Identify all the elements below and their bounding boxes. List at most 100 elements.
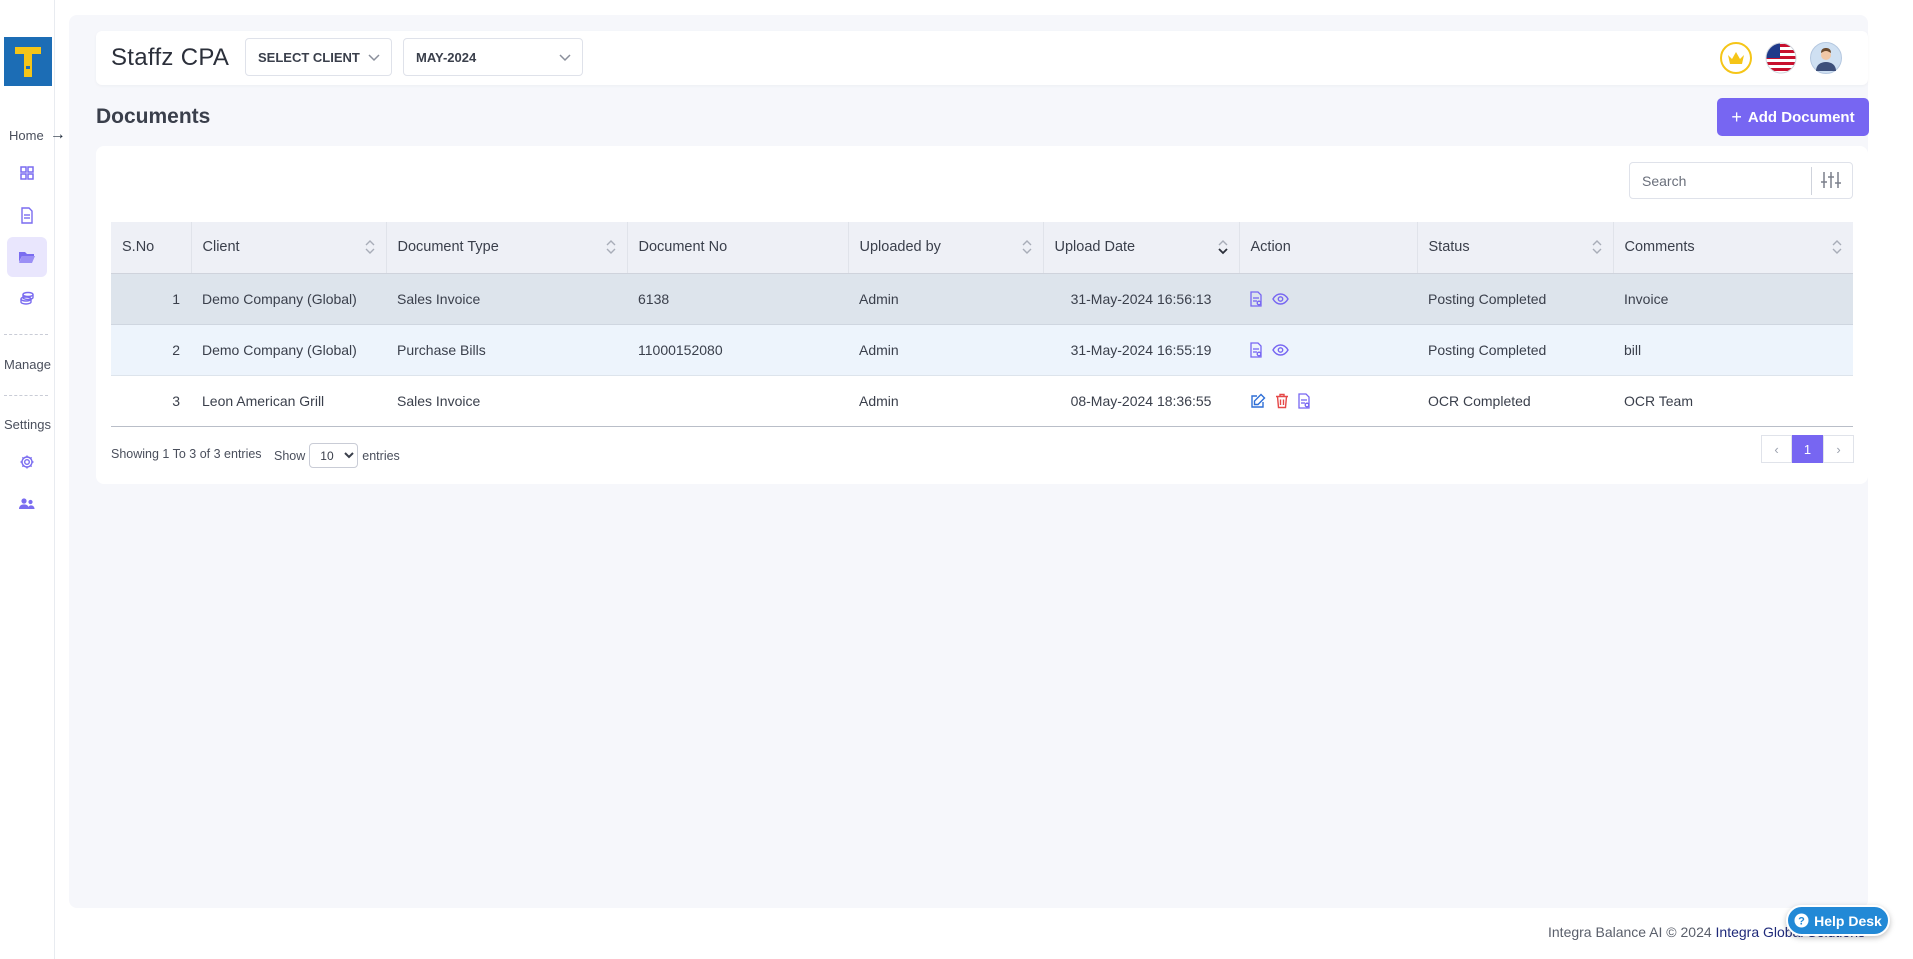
period-select[interactable]: MAY-2024 (403, 38, 583, 76)
app-logo[interactable] (4, 37, 52, 86)
next-page-button[interactable]: › (1823, 435, 1854, 463)
coins-icon (20, 291, 34, 305)
copyright-text: Integra Balance AI © 2024 (1548, 924, 1712, 940)
column-header-document-no[interactable]: Document No (626, 222, 848, 274)
column-header-status[interactable]: Status (1416, 222, 1613, 274)
table-row[interactable]: 3 Leon American Grill Sales Invoice Admi… (111, 375, 1853, 427)
cell-document-type: Sales Invoice (386, 375, 627, 427)
page-title: Documents (96, 105, 211, 128)
entries-info: Showing 1 To 3 of 3 entries (111, 447, 262, 461)
table-header-row: S.No Client Document Type Document No Up… (111, 222, 1853, 274)
trash-icon[interactable] (1275, 393, 1289, 409)
sidebar-section-settings: Settings (4, 417, 51, 432)
page-size-control: Show 10 entries (274, 443, 400, 468)
client-select[interactable]: SELECT CLIENT (245, 38, 392, 76)
period-select-value: MAY-2024 (416, 49, 477, 65)
column-header-action: Action (1238, 222, 1417, 274)
page-size-select[interactable]: 10 (309, 443, 359, 468)
cell-sno: 3 (111, 375, 191, 427)
cell-client: Leon American Grill (191, 375, 386, 427)
column-header-document-type[interactable]: Document Type (385, 222, 627, 274)
sort-desc-icon (1217, 240, 1228, 255)
cell-status: OCR Completed (1417, 375, 1613, 427)
avatar-icon (1816, 48, 1836, 71)
sidebar-item-settings[interactable] (7, 442, 47, 482)
gear-icon (20, 455, 34, 469)
cell-document-type: Purchase Bills (386, 324, 627, 376)
cell-action (1239, 375, 1417, 427)
chevron-left-icon: ‹ (1774, 441, 1779, 457)
cell-sno: 1 (111, 273, 191, 325)
column-label: Document No (638, 239, 728, 256)
eye-icon[interactable] (1272, 293, 1289, 305)
logo-t-icon (15, 46, 41, 77)
sidebar-item-accounts[interactable] (7, 279, 47, 319)
chevron-down-icon (368, 54, 380, 62)
cell-comments: bill (1613, 324, 1853, 376)
search-input[interactable] (1630, 163, 1810, 198)
search-box (1629, 162, 1853, 199)
sidebar-item-home[interactable]: Home → (0, 124, 66, 146)
cell-status: Posting Completed (1417, 324, 1613, 376)
sidebar-item-dashboard[interactable] (7, 153, 47, 193)
us-flag-icon (1765, 42, 1797, 74)
cell-uploaded-by: Admin (848, 375, 1043, 427)
add-document-label: Add Document (1747, 108, 1855, 126)
column-header-uploaded-by[interactable]: Uploaded by (847, 222, 1043, 274)
table-row[interactable]: 1 Demo Company (Global) Sales Invoice 61… (111, 273, 1853, 325)
eye-icon[interactable] (1272, 344, 1289, 356)
cell-document-no: 11000152080 (627, 324, 848, 376)
sort-icon (365, 240, 374, 254)
help-desk-label: Help Desk (1814, 912, 1882, 929)
cell-document-no (627, 375, 848, 427)
top-bar: Staffz CPA SELECT CLIENT MAY-2024 (96, 31, 1868, 85)
user-avatar[interactable] (1810, 42, 1842, 74)
sort-icon (606, 240, 615, 254)
cell-client: Demo Company (Global) (191, 324, 386, 376)
prev-page-button[interactable]: ‹ (1761, 435, 1792, 463)
search-divider (1811, 167, 1812, 195)
sidebar-item-documents[interactable] (7, 195, 47, 235)
dashboard-icon (20, 166, 34, 180)
sidebar-item-folders[interactable] (7, 237, 47, 277)
add-document-button[interactable]: + Add Document (1717, 98, 1869, 136)
brand-title: Staffz CPA (111, 44, 230, 71)
page-button-1[interactable]: 1 (1792, 435, 1823, 463)
sidebar-divider (4, 395, 48, 396)
cell-client: Demo Company (Global) (191, 273, 386, 325)
cell-document-no: 6138 (627, 273, 848, 325)
view-document-icon[interactable] (1250, 291, 1263, 307)
sidebar-section-manage: Manage (4, 357, 51, 372)
cell-comments: Invoice (1613, 273, 1853, 325)
help-desk-button[interactable]: ? Help Desk (1786, 905, 1890, 936)
premium-crown-icon[interactable] (1720, 42, 1752, 74)
cell-upload-date: 31-May-2024 16:55:19 (1043, 324, 1239, 376)
column-label: S.No (122, 239, 155, 256)
view-document-icon[interactable] (1250, 342, 1263, 358)
question-circle-icon: ? (1794, 913, 1809, 928)
arrow-right-icon[interactable]: → (50, 126, 66, 144)
sidebar-item-users[interactable] (7, 484, 47, 524)
column-label: Upload Date (1054, 239, 1136, 256)
sort-icon (1592, 240, 1601, 254)
column-header-upload-date[interactable]: Upload Date (1042, 222, 1239, 274)
table-row[interactable]: 2 Demo Company (Global) Purchase Bills 1… (111, 324, 1853, 376)
filter-button[interactable] (1820, 170, 1846, 192)
view-document-icon[interactable] (1298, 393, 1311, 409)
chevron-right-icon: › (1836, 441, 1841, 457)
column-label: Comments (1624, 239, 1695, 256)
sliders-icon (1821, 172, 1841, 188)
column-header-sno[interactable]: S.No (111, 222, 191, 274)
cell-upload-date: 08-May-2024 18:36:55 (1043, 375, 1239, 427)
cell-uploaded-by: Admin (848, 324, 1043, 376)
cell-comments: OCR Team (1613, 375, 1853, 427)
edit-icon[interactable] (1250, 393, 1266, 409)
crown-icon (1728, 52, 1744, 64)
cell-action (1239, 273, 1417, 325)
documents-table: S.No Client Document Type Document No Up… (111, 222, 1853, 427)
column-header-client[interactable]: Client (190, 222, 386, 274)
entries-label: entries (362, 448, 400, 463)
column-header-comments[interactable]: Comments (1612, 222, 1853, 274)
sidebar-divider (4, 334, 48, 335)
language-flag-icon[interactable] (1765, 42, 1797, 74)
